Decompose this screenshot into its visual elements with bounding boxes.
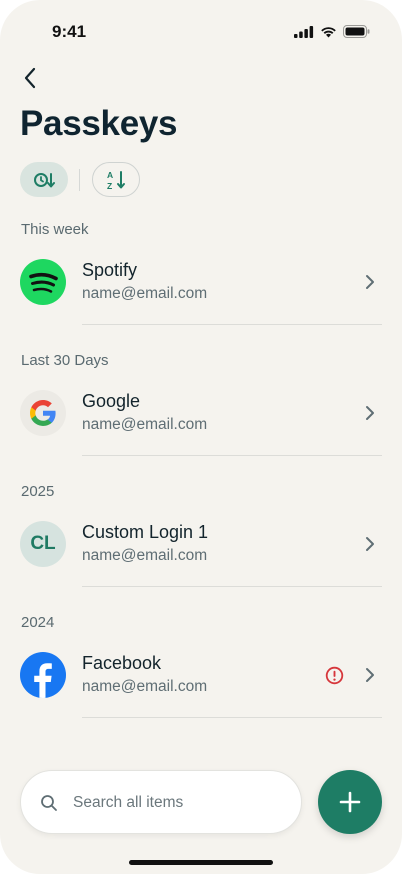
chevron-right-icon bbox=[366, 537, 374, 551]
passkey-email: name@email.com bbox=[82, 547, 208, 564]
section-label-2025: 2025 bbox=[21, 483, 55, 500]
section-label-last-30-days: Last 30 Days bbox=[21, 352, 109, 369]
svg-text:Z: Z bbox=[107, 181, 112, 191]
section-label-2024: 2024 bbox=[21, 614, 55, 631]
battery-icon bbox=[343, 25, 370, 38]
search-bar[interactable] bbox=[20, 770, 302, 834]
back-button[interactable] bbox=[16, 64, 44, 92]
add-passkey-button[interactable] bbox=[318, 770, 382, 834]
chevron-left-icon bbox=[24, 67, 36, 89]
status-time: 9:41 bbox=[52, 22, 87, 41]
passkey-row-google[interactable]: Google name@email.com bbox=[0, 379, 402, 447]
chip-divider bbox=[79, 169, 80, 191]
row-divider bbox=[82, 455, 382, 456]
initials-avatar: CL bbox=[20, 521, 66, 567]
chevron-right-icon bbox=[366, 275, 374, 289]
passkey-row-facebook[interactable]: Facebook name@email.com bbox=[0, 641, 402, 709]
wifi-icon bbox=[321, 26, 336, 37]
clock-sort-icon bbox=[34, 172, 55, 187]
search-icon bbox=[41, 795, 57, 811]
row-divider bbox=[82, 586, 382, 587]
app-screen: 9:41 Passkeys A Z This week Spotify name… bbox=[0, 0, 402, 874]
sort-alphabetical-button[interactable]: A Z bbox=[92, 162, 140, 197]
chevron-right-icon bbox=[366, 668, 374, 682]
sort-recent-button[interactable] bbox=[20, 162, 68, 197]
passkey-email: name@email.com bbox=[82, 416, 208, 433]
passkey-row-custom-login[interactable]: CL Custom Login 1 name@email.com bbox=[0, 510, 402, 578]
passkey-email: name@email.com bbox=[82, 285, 208, 302]
passkey-name: Google bbox=[82, 391, 141, 411]
status-icons bbox=[294, 25, 370, 38]
passkey-row-spotify[interactable]: Spotify name@email.com bbox=[0, 248, 402, 316]
svg-text:A: A bbox=[107, 170, 113, 180]
spotify-logo bbox=[20, 259, 66, 305]
passkey-name: Spotify bbox=[82, 260, 138, 280]
google-logo bbox=[20, 390, 66, 436]
row-divider bbox=[82, 324, 382, 325]
facebook-logo bbox=[20, 652, 66, 698]
home-indicator bbox=[129, 860, 273, 865]
az-sort-icon: A Z bbox=[107, 170, 125, 191]
row-divider bbox=[82, 717, 382, 718]
page-title: Passkeys bbox=[20, 104, 178, 143]
signal-icon bbox=[294, 25, 314, 38]
section-label-this-week: This week bbox=[21, 221, 89, 238]
plus-icon bbox=[339, 791, 361, 813]
search-input[interactable] bbox=[73, 789, 283, 817]
warning-icon bbox=[325, 666, 344, 685]
passkey-name: Custom Login 1 bbox=[82, 522, 209, 542]
chevron-right-icon bbox=[366, 406, 374, 420]
passkey-email: name@email.com bbox=[82, 678, 208, 695]
passkey-name: Facebook bbox=[82, 653, 162, 673]
